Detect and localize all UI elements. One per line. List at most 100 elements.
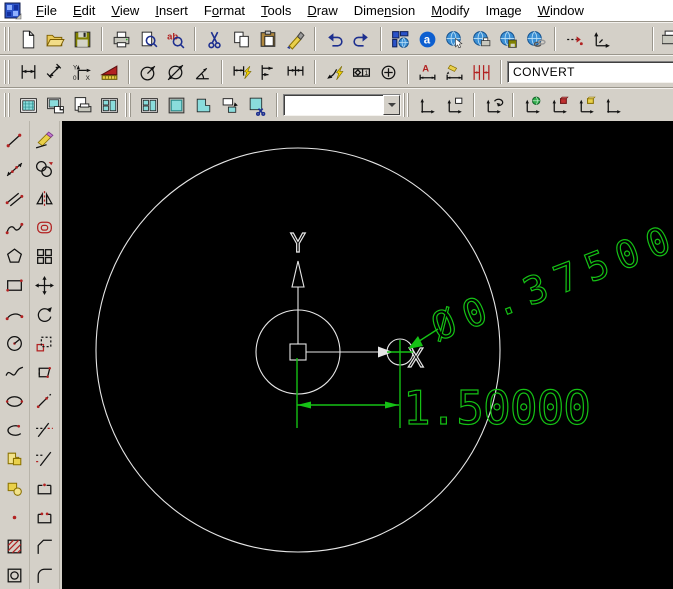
toolbar-grab-handle[interactable]: [4, 60, 11, 84]
fillet-tool[interactable]: [31, 561, 59, 589]
scale-tool[interactable]: [31, 329, 59, 358]
line-tool[interactable]: [1, 126, 29, 155]
temporary-track-point-button[interactable]: [562, 26, 588, 52]
layout-from-template-button[interactable]: [43, 92, 69, 118]
menu-format[interactable]: Format: [196, 1, 253, 20]
convert-object-to-viewport-button[interactable]: [218, 92, 244, 118]
wedge-ruler-dimension-button[interactable]: [97, 59, 123, 85]
dimension-text-edit-button[interactable]: A: [415, 59, 441, 85]
previous-ucs-button[interactable]: [481, 92, 507, 118]
quick-leader-button[interactable]: [322, 59, 348, 85]
viewport-scale-combo[interactable]: [283, 94, 401, 116]
clipped-edge-button[interactable]: [659, 26, 673, 52]
web-plot-button[interactable]: [469, 26, 495, 52]
viewports-dialog-button[interactable]: [97, 92, 123, 118]
radius-dimension-button[interactable]: [136, 59, 162, 85]
diameter-dimension-button[interactable]: [163, 59, 189, 85]
rotate-tool[interactable]: [31, 300, 59, 329]
ucs-axes-button[interactable]: [589, 26, 615, 52]
display-viewports-button[interactable]: [137, 92, 163, 118]
menu-image[interactable]: Image: [478, 1, 530, 20]
menu-modify[interactable]: Modify: [423, 1, 477, 20]
mirror-tool[interactable]: [31, 184, 59, 213]
new-layout-button[interactable]: [16, 92, 42, 118]
offset-tool[interactable]: [31, 213, 59, 242]
object-ucs-button[interactable]: [547, 92, 573, 118]
continue-dimension-button[interactable]: [283, 59, 309, 85]
tolerance-button[interactable]: 1: [349, 59, 375, 85]
copy-tool[interactable]: [31, 155, 59, 184]
insert-block-tool[interactable]: [1, 445, 29, 474]
ucs-button[interactable]: [415, 92, 441, 118]
lengthen-tool[interactable]: [31, 387, 59, 416]
array-tool[interactable]: [31, 242, 59, 271]
undo-button[interactable]: [322, 26, 348, 52]
menu-file[interactable]: File: [28, 1, 65, 20]
cad-app-icon[interactable]: [4, 2, 22, 20]
quick-dimension-button[interactable]: [229, 59, 255, 85]
print-button[interactable]: [109, 26, 135, 52]
polygonal-viewport-button[interactable]: [191, 92, 217, 118]
viewport-scale-combo-dropdown-button[interactable]: [383, 95, 400, 115]
toolbar-grab-handle[interactable]: [4, 93, 11, 117]
menu-edit[interactable]: Edit: [65, 1, 103, 20]
single-viewport-button[interactable]: [164, 92, 190, 118]
menu-insert[interactable]: Insert: [147, 1, 196, 20]
save-button[interactable]: [70, 26, 96, 52]
menu-dimension[interactable]: Dimension: [346, 1, 423, 20]
rectangle-tool[interactable]: [1, 271, 29, 300]
circle-tool[interactable]: [1, 329, 29, 358]
linear-dimension-button[interactable]: [16, 59, 42, 85]
menu-draw[interactable]: Draw: [299, 1, 345, 20]
multiline-tool[interactable]: [1, 184, 29, 213]
copy-button[interactable]: [229, 26, 255, 52]
web-save-button[interactable]: [496, 26, 522, 52]
menu-tools[interactable]: Tools: [253, 1, 299, 20]
ellipse-arc-tool[interactable]: [1, 416, 29, 445]
linear-dimension-text[interactable]: 1.50000: [402, 380, 591, 435]
spline-tool[interactable]: [1, 358, 29, 387]
match-properties-button[interactable]: [283, 26, 309, 52]
autodesk-online-button[interactable]: a: [415, 26, 441, 52]
aligned-dimension-button[interactable]: [43, 59, 69, 85]
clip-viewport-button[interactable]: [245, 92, 271, 118]
center-grip-box[interactable]: [289, 343, 307, 361]
web-browse-button[interactable]: [442, 26, 468, 52]
ellipse-tool[interactable]: [1, 387, 29, 416]
make-block-tool[interactable]: [1, 474, 29, 503]
polyline-tool[interactable]: [1, 213, 29, 242]
angular-dimension-button[interactable]: [190, 59, 216, 85]
spell-check-button[interactable]: ab: [163, 26, 189, 52]
drawing-canvas-svg[interactable]: Y X Ø0.37500 1.50000: [62, 121, 673, 589]
trim-tool[interactable]: [31, 416, 59, 445]
center-mark-button[interactable]: [376, 59, 402, 85]
named-ucs-button[interactable]: [442, 92, 468, 118]
construction-line-tool[interactable]: [1, 155, 29, 184]
diameter-dimension-text[interactable]: Ø0.37500: [425, 217, 673, 350]
hatch-tool[interactable]: [1, 532, 29, 561]
extend-tool[interactable]: [31, 445, 59, 474]
cut-button[interactable]: [202, 26, 228, 52]
region-tool[interactable]: [1, 561, 29, 589]
ordinate-dimension-button[interactable]: YX0: [70, 59, 96, 85]
clipped-ucs-button[interactable]: [601, 92, 627, 118]
arc-tool[interactable]: [1, 300, 29, 329]
outer-circle-entity[interactable]: [95, 147, 501, 553]
toolbar-grab-handle[interactable]: [125, 93, 132, 117]
erase-tool[interactable]: [31, 126, 59, 155]
toolbar-grab-handle[interactable]: [4, 27, 11, 51]
page-setup-button[interactable]: [70, 92, 96, 118]
drawing-area[interactable]: Y X Ø0.37500 1.50000: [62, 121, 673, 589]
menu-window[interactable]: Window: [530, 1, 592, 20]
new-button[interactable]: [16, 26, 42, 52]
publish-to-web-button[interactable]: [388, 26, 414, 52]
toolbar-grab-handle[interactable]: [403, 93, 410, 117]
polygon-tool[interactable]: [1, 242, 29, 271]
open-button[interactable]: [43, 26, 69, 52]
paste-button[interactable]: [256, 26, 282, 52]
dimension-update-button[interactable]: [469, 59, 495, 85]
dimension-edit-button[interactable]: [442, 59, 468, 85]
menu-view[interactable]: View: [103, 1, 147, 20]
dimension-style-combo[interactable]: CONVERT: [507, 61, 673, 83]
print-preview-button[interactable]: [136, 26, 162, 52]
